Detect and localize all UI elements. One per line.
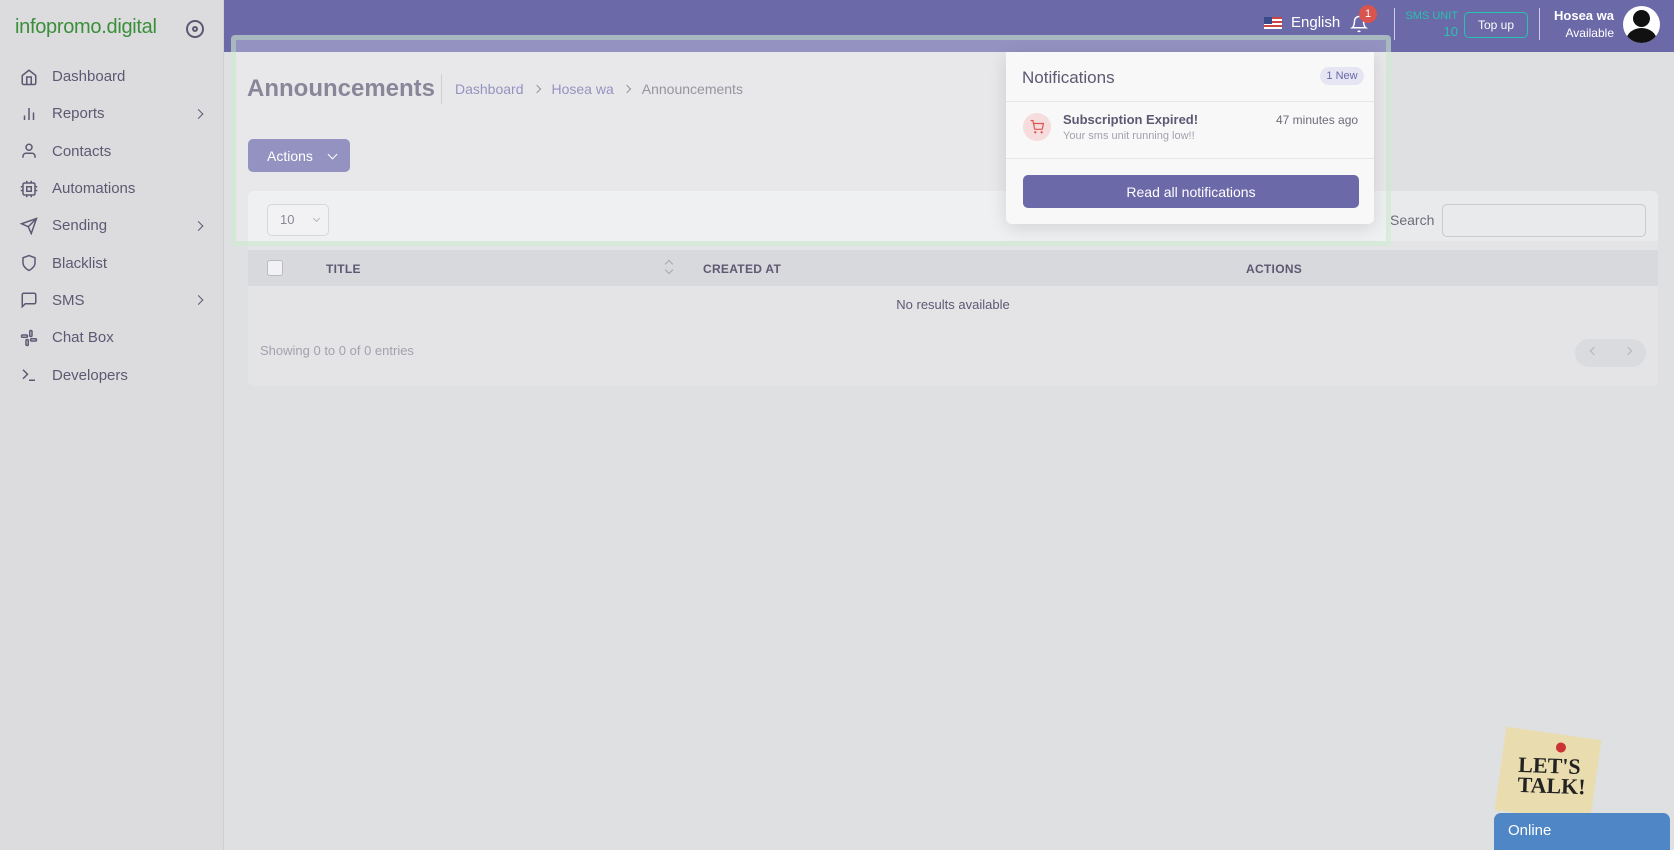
- sms-unit-value: 10: [1443, 24, 1458, 39]
- breadcrumb-dashboard[interactable]: Dashboard: [455, 81, 524, 97]
- us-flag-icon: [1264, 16, 1282, 29]
- top-up-button[interactable]: Top up: [1464, 12, 1528, 38]
- sort-icon[interactable]: [665, 258, 673, 276]
- notification-subtitle: Your sms unit running low!!: [1063, 130, 1195, 142]
- sidebar-item-dashboard[interactable]: Dashboard: [0, 58, 224, 95]
- notification-title: Subscription Expired!: [1063, 112, 1199, 127]
- sidebar-item-automations[interactable]: Automations: [0, 170, 224, 207]
- breadcrumb-current: Announcements: [641, 81, 743, 97]
- read-all-notifications-button[interactable]: Read all notifications: [1023, 175, 1359, 208]
- sticker-text: LET'S TALK!: [1517, 751, 1587, 800]
- breadcrumb: Dashboard Hosea wa Announcements: [455, 81, 743, 97]
- sidebar-item-label: Contacts: [52, 142, 112, 160]
- sidebar-item-developers[interactable]: Developers: [0, 356, 224, 393]
- chevron-right-icon: [532, 84, 541, 94]
- home-icon: [21, 68, 37, 85]
- language-label: English: [1291, 14, 1341, 31]
- breadcrumb-user[interactable]: Hosea wa: [552, 81, 614, 97]
- sidebar-item-chat-box[interactable]: Chat Box: [0, 319, 224, 356]
- chevron-right-icon: [193, 220, 204, 231]
- sms-unit-display: SMS UNIT 10: [1400, 10, 1458, 39]
- table-header: TITLE CREATED AT ACTIONS: [248, 250, 1658, 286]
- sidebar-item-label: Automations: [52, 180, 136, 198]
- sidebar-item-label: Dashboard: [52, 68, 126, 86]
- column-title[interactable]: TITLE: [326, 262, 361, 276]
- column-actions: ACTIONS: [1246, 262, 1303, 276]
- avatar[interactable]: [1623, 6, 1660, 43]
- select-all-checkbox[interactable]: [267, 260, 283, 276]
- chat-online-tab[interactable]: Online: [1494, 813, 1670, 850]
- sidebar-item-label: Developers: [52, 366, 128, 384]
- column-created-at[interactable]: CREATED AT: [703, 262, 781, 276]
- chevron-down-icon: [327, 149, 338, 160]
- sidebar-item-label: Sending: [52, 217, 108, 235]
- terminal-icon: [22, 369, 35, 382]
- sidebar-item-reports[interactable]: Reports: [0, 95, 224, 132]
- sidebar-item-label: Chat Box: [52, 329, 114, 347]
- table-info: Showing 0 to 0 of 0 entries: [260, 343, 414, 358]
- chevron-right-icon: [193, 108, 204, 119]
- user-icon: [22, 143, 36, 158]
- bar-chart-icon: [23, 107, 35, 120]
- pagination: [1575, 339, 1646, 367]
- sidebar-item-blacklist[interactable]: Blacklist: [0, 244, 224, 281]
- sidebar-toggle-icon[interactable]: [186, 20, 204, 38]
- page-length-select[interactable]: 10: [267, 204, 329, 236]
- new-notifications-badge: 1 New: [1320, 67, 1364, 85]
- sidebar-item-contacts[interactable]: Contacts: [0, 133, 224, 170]
- notifications-dropdown: Notifications 1 New Subscription Expired…: [1006, 52, 1374, 224]
- chevron-right-icon: [193, 295, 204, 306]
- sidebar-nav: Dashboard Reports Contacts Automations S…: [0, 58, 224, 394]
- search-input[interactable]: [1442, 204, 1646, 237]
- sidebar-item-label: Blacklist: [52, 254, 108, 272]
- lets-talk-sticker[interactable]: LET'S TALK!: [1494, 726, 1602, 824]
- chevron-right-icon: [622, 84, 632, 94]
- notification-count-badge: 1: [1359, 5, 1377, 23]
- page-length-value: 10: [280, 212, 295, 227]
- sidebar-item-sending[interactable]: Sending: [0, 207, 224, 244]
- user-status: Available: [1565, 26, 1614, 40]
- title-divider: [441, 74, 442, 104]
- sidebar-item-label: SMS: [52, 291, 85, 309]
- user-name: Hosea wa: [1554, 8, 1614, 23]
- header-divider: [1394, 8, 1395, 40]
- send-icon: [20, 217, 38, 235]
- brand-logo[interactable]: infopromo.digital: [15, 16, 157, 39]
- pin-icon: [1555, 741, 1567, 754]
- shopping-cart-icon: [1023, 113, 1051, 141]
- next-page-button[interactable]: [1623, 346, 1633, 356]
- language-selector[interactable]: English: [1264, 14, 1340, 31]
- notifications-title: Notifications: [1022, 68, 1115, 87]
- actions-dropdown-button[interactable]: Actions: [248, 139, 350, 172]
- sidebar: infopromo.digital Dashboard Reports Cont…: [0, 0, 224, 850]
- announcements-table-card: 10 Search TITLE CREATED AT ACTIONS No re…: [248, 191, 1658, 386]
- notification-time: 47 minutes ago: [1276, 113, 1359, 127]
- cpu-icon: [20, 180, 38, 197]
- page-title: Announcements: [247, 75, 436, 102]
- previous-page-button[interactable]: [1589, 346, 1599, 356]
- search-label: Search: [1390, 212, 1435, 228]
- shield-icon: [22, 254, 36, 272]
- divider: [1006, 158, 1374, 159]
- user-menu[interactable]: Hosea wa Available: [1540, 8, 1614, 40]
- sidebar-item-label: Reports: [52, 105, 105, 123]
- message-square-icon: [21, 292, 37, 309]
- slack-icon: [20, 329, 38, 346]
- sidebar-item-sms[interactable]: SMS: [0, 282, 224, 319]
- chevron-down-icon: [312, 214, 321, 223]
- empty-table-message: No results available: [896, 297, 1010, 312]
- actions-label: Actions: [267, 147, 313, 164]
- sms-unit-label: SMS UNIT: [1405, 10, 1458, 22]
- divider: [1006, 101, 1374, 102]
